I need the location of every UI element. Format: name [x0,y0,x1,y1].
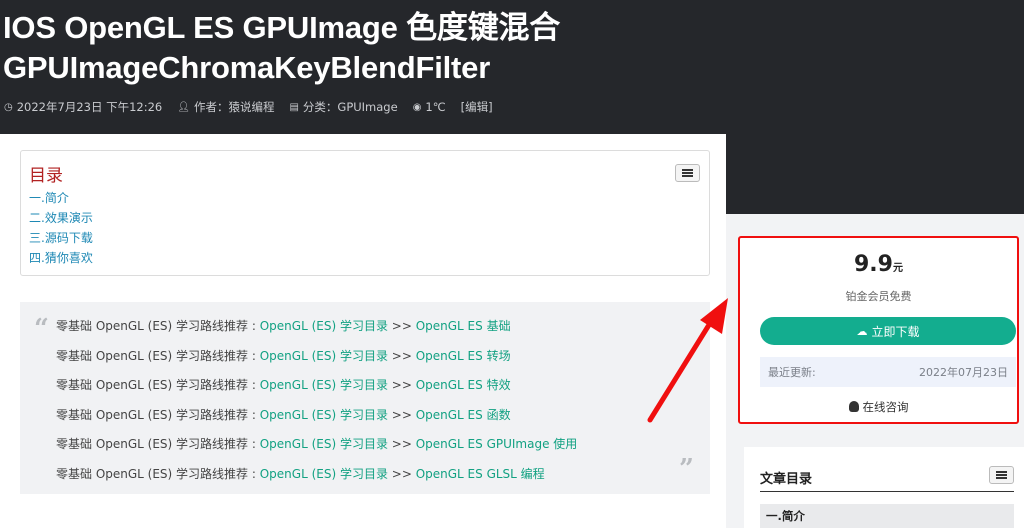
meta-date-text: 2022年7月23日 下午12:26 [16,100,163,114]
edit-link[interactable]: [编辑] [461,99,493,115]
quote-prefix: 零基础 OpenGL (ES) 学习路线推荐 : [56,348,260,363]
sidebar-toc-toggle-button[interactable] [989,466,1014,484]
quote-separator: >> [387,407,416,422]
quote-prefix: 零基础 OpenGL (ES) 学习路线推荐 : [56,466,260,481]
quote-line: 零基础 OpenGL (ES) 学习路线推荐 : OpenGL (ES) 学习目… [56,342,577,372]
sidebar-toc-title: 文章目录 [760,472,813,487]
learning-index-link[interactable]: OpenGL (ES) 学习目录 [260,408,388,422]
last-update-label: 最近更新: [768,366,816,379]
qq-icon [848,401,859,412]
learning-path-quote: “ 零基础 OpenGL (ES) 学习路线推荐 : OpenGL (ES) 学… [20,302,710,494]
topic-link[interactable]: OpenGL ES 函数 [416,408,511,422]
quote-line: 零基础 OpenGL (ES) 学习路线推荐 : OpenGL (ES) 学习目… [56,460,577,490]
quote-lines: 零基础 OpenGL (ES) 学习路线推荐 : OpenGL (ES) 学习目… [56,312,577,490]
price-value: 9.9 [854,252,893,277]
online-consult-label: 在线咨询 [862,400,909,414]
quote-separator: >> [387,437,416,452]
online-consult-link[interactable]: 在线咨询 [740,399,1017,415]
quote-separator: >> [387,319,416,333]
learning-index-link[interactable]: OpenGL (ES) 学习目录 [260,437,388,451]
cloud-download-icon: ☁ [856,324,868,338]
divider [760,491,1014,492]
category-icon: ▤ [289,101,299,113]
toc-title: 目录 [29,166,63,186]
member-free-note: 铂金会员免费 [845,290,912,303]
sidebar-article-toc: 文章目录 一.简介 [744,447,1024,528]
learning-index-link[interactable]: OpenGL (ES) 学习目录 [260,349,388,363]
learning-index-link[interactable]: OpenGL (ES) 学习目录 [260,319,388,333]
topic-link[interactable]: OpenGL ES GLSL 编程 [416,467,545,481]
quote-line: 零基础 OpenGL (ES) 学习路线推荐 : OpenGL (ES) 学习目… [56,430,577,460]
article-content: 目录 一.简介 二.效果演示 三.源码下载 四.猜你喜欢 “ 零基础 OpenG… [0,134,726,528]
toc-item[interactable]: 一.简介 [29,188,93,208]
meta-category[interactable]: ▤ 分类：GPUImage [289,99,397,115]
last-update-row: 最近更新: 2022年07月23日 [760,357,1016,387]
last-update-date: 2022年07月23日 [919,366,1008,379]
title-line-2: GPUImageChromaKeyBlendFilter [3,50,491,85]
page-title: IOS OpenGL ES GPUImage 色度键混合 GPUImageChr… [3,8,560,88]
download-button[interactable]: ☁ 立即下载 [760,317,1016,345]
price: 9.9元 [740,252,1017,277]
article-meta: ◷ 2022年7月23日 下午12:26 👤︎ 作者：猿说编程 ▤ 分类：GPU… [4,99,508,115]
meta-views-text: 1℃ [425,100,446,114]
meta-views: ◉ 1℃ [413,100,446,114]
meta-author[interactable]: 👤︎ 作者：猿说编程 [177,99,274,115]
quote-separator: >> [387,348,416,363]
open-quote-icon: “ [34,314,49,344]
quote-separator: >> [387,378,416,393]
learning-index-link[interactable]: OpenGL (ES) 学习目录 [260,378,388,392]
toc-list: 一.简介 二.效果演示 三.源码下载 四.猜你喜欢 [29,188,93,268]
quote-line: 零基础 OpenGL (ES) 学习路线推荐 : OpenGL (ES) 学习目… [56,371,577,401]
table-of-contents: 目录 一.简介 二.效果演示 三.源码下载 四.猜你喜欢 [20,150,710,276]
download-card: 9.9元 铂金会员免费 ☁ 立即下载 最近更新: 2022年07月23日 在线咨… [738,236,1019,424]
quote-separator: >> [387,466,416,481]
close-quote-icon: ” [679,454,694,484]
quote-line: 零基础 OpenGL (ES) 学习路线推荐 : OpenGL (ES) 学习目… [56,312,577,342]
toc-item[interactable]: 四.猜你喜欢 [29,248,93,268]
user-icon: 👤︎ [177,101,190,113]
list-toggle-icon [682,169,693,177]
eye-icon: ◉ [412,101,422,113]
quote-line: 零基础 OpenGL (ES) 学习路线推荐 : OpenGL (ES) 学习目… [56,401,577,431]
toc-item[interactable]: 三.源码下载 [29,228,93,248]
meta-category-text[interactable]: 分类：GPUImage [303,99,398,115]
topic-link[interactable]: OpenGL ES GPUImage 使用 [416,437,578,451]
title-line-1: IOS OpenGL ES GPUImage 色度键混合 [3,10,561,45]
meta-date: ◷ 2022年7月23日 下午12:26 [4,99,162,115]
clock-icon: ◷ [4,101,13,113]
sidebar-toc-item[interactable]: 一.简介 [760,504,1014,528]
toc-item[interactable]: 二.效果演示 [29,208,93,228]
topic-link[interactable]: OpenGL ES 基础 [416,319,511,333]
topic-link[interactable]: OpenGL ES 特效 [416,378,511,392]
quote-prefix: 零基础 OpenGL (ES) 学习路线推荐 : [56,407,260,422]
download-button-label: 立即下载 [871,324,920,339]
price-unit: 元 [892,263,903,274]
quote-prefix: 零基础 OpenGL (ES) 学习路线推荐 : [56,437,260,452]
toc-toggle-button[interactable] [675,164,700,182]
quote-prefix: 零基础 OpenGL (ES) 学习路线推荐 : [56,378,260,393]
quote-prefix: 零基础 OpenGL (ES) 学习路线推荐 : [56,319,260,333]
learning-index-link[interactable]: OpenGL (ES) 学习目录 [260,467,388,481]
meta-author-text[interactable]: 作者：猿说编程 [194,99,275,115]
topic-link[interactable]: OpenGL ES 转场 [416,349,511,363]
list-toggle-icon [996,471,1007,479]
